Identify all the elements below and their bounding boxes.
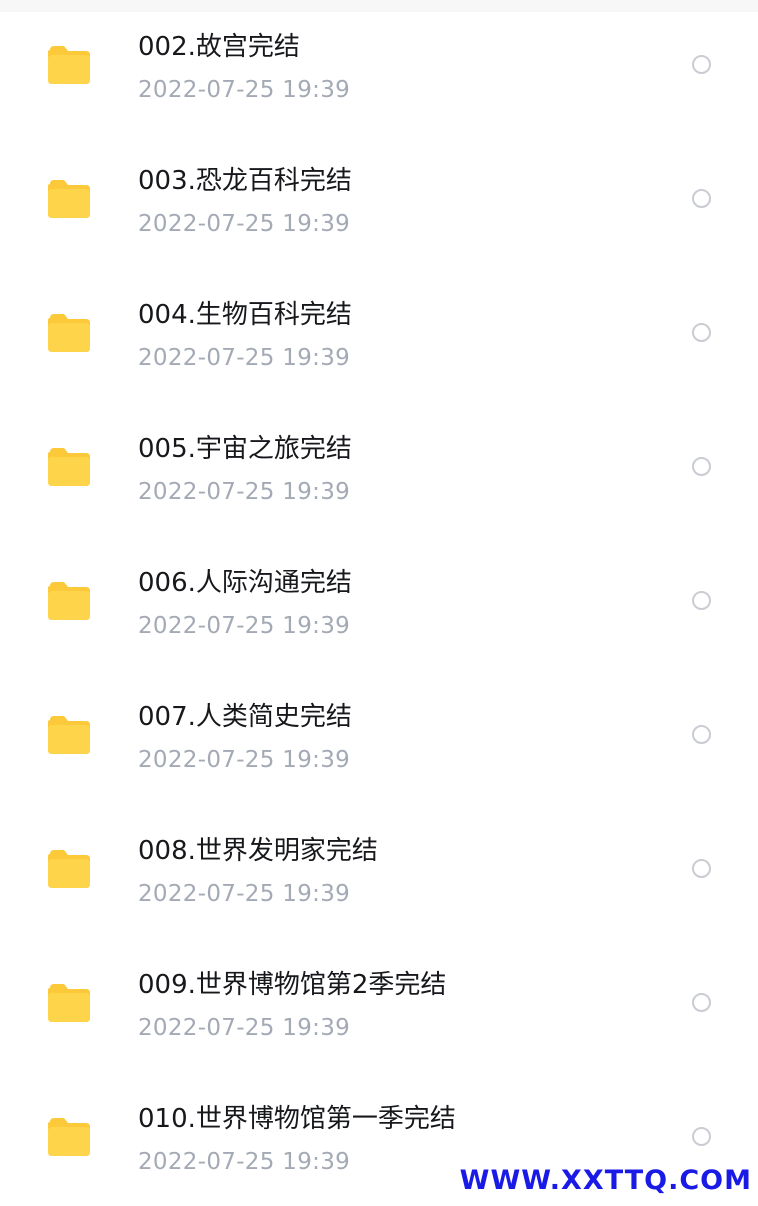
file-date: 2022-07-25 19:39 xyxy=(138,747,351,773)
file-date: 2022-07-25 19:39 xyxy=(138,613,351,639)
file-date: 2022-07-25 19:39 xyxy=(138,881,351,907)
file-row[interactable]: 009.世界博物馆第2季完结 2022-07-25 19:39 xyxy=(0,938,758,1072)
file-name: 009.世界博物馆第2季完结 xyxy=(138,970,447,1000)
folder-icon xyxy=(47,446,91,486)
select-radio[interactable] xyxy=(692,993,711,1012)
file-row[interactable]: 005.宇宙之旅完结 2022-07-25 19:39 xyxy=(0,402,758,536)
select-radio[interactable] xyxy=(692,1127,711,1146)
select-radio[interactable] xyxy=(692,591,711,610)
file-date: 2022-07-25 19:39 xyxy=(138,77,351,103)
watermark: WWW.XXTTQ.COM xyxy=(459,1165,752,1196)
file-name: 002.故宫完结 xyxy=(138,32,300,62)
file-date: 2022-07-25 19:39 xyxy=(138,1149,351,1175)
select-radio[interactable] xyxy=(692,55,711,74)
select-radio[interactable] xyxy=(692,859,711,878)
folder-icon xyxy=(47,580,91,620)
select-radio[interactable] xyxy=(692,189,711,208)
select-radio[interactable] xyxy=(692,725,711,744)
folder-icon xyxy=(47,44,91,84)
folder-icon xyxy=(47,982,91,1022)
file-name: 007.人类简史完结 xyxy=(138,702,352,732)
file-name: 010.世界博物馆第一季完结 xyxy=(138,1104,456,1134)
file-row[interactable]: 004.生物百科完结 2022-07-25 19:39 xyxy=(0,268,758,402)
file-name: 005.宇宙之旅完结 xyxy=(138,434,352,464)
select-radio[interactable] xyxy=(692,323,711,342)
file-row[interactable]: 006.人际沟通完结 2022-07-25 19:39 xyxy=(0,536,758,670)
file-name: 006.人际沟通完结 xyxy=(138,568,352,598)
file-row[interactable]: 002.故宫完结 2022-07-25 19:39 xyxy=(0,0,758,134)
file-date: 2022-07-25 19:39 xyxy=(138,345,351,371)
file-date: 2022-07-25 19:39 xyxy=(138,1015,351,1041)
folder-icon xyxy=(47,848,91,888)
select-radio[interactable] xyxy=(692,457,711,476)
file-date: 2022-07-25 19:39 xyxy=(138,479,351,505)
folder-icon xyxy=(47,714,91,754)
file-name: 008.世界发明家完结 xyxy=(138,836,378,866)
file-date: 2022-07-25 19:39 xyxy=(138,211,351,237)
folder-icon xyxy=(47,178,91,218)
folder-icon xyxy=(47,1116,91,1156)
folder-icon xyxy=(47,312,91,352)
file-name: 003.恐龙百科完结 xyxy=(138,166,352,196)
file-row[interactable]: 008.世界发明家完结 2022-07-25 19:39 xyxy=(0,804,758,938)
file-row[interactable]: 003.恐龙百科完结 2022-07-25 19:39 xyxy=(0,134,758,268)
file-name: 004.生物百科完结 xyxy=(138,300,352,330)
file-row[interactable]: 007.人类简史完结 2022-07-25 19:39 xyxy=(0,670,758,804)
